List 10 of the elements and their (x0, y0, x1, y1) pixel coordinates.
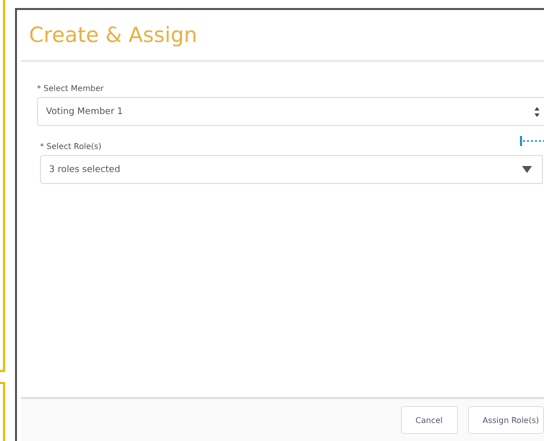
cancel-button[interactable]: Cancel (400, 406, 458, 434)
roles-dropdown[interactable]: 3 roles selected (40, 155, 543, 184)
field-label: * Select Member (37, 84, 105, 93)
assign-button[interactable]: Assign Role(s) (468, 406, 544, 434)
member-field[interactable]: Voting Member 1 (37, 97, 544, 126)
field-label: * Select Role(s) (40, 142, 102, 151)
spinner-arrows-icon[interactable] (534, 106, 540, 118)
dotted-marker-icon (520, 136, 544, 146)
dialog-title: Create & Assign (29, 23, 198, 47)
caret-icon (522, 166, 532, 173)
